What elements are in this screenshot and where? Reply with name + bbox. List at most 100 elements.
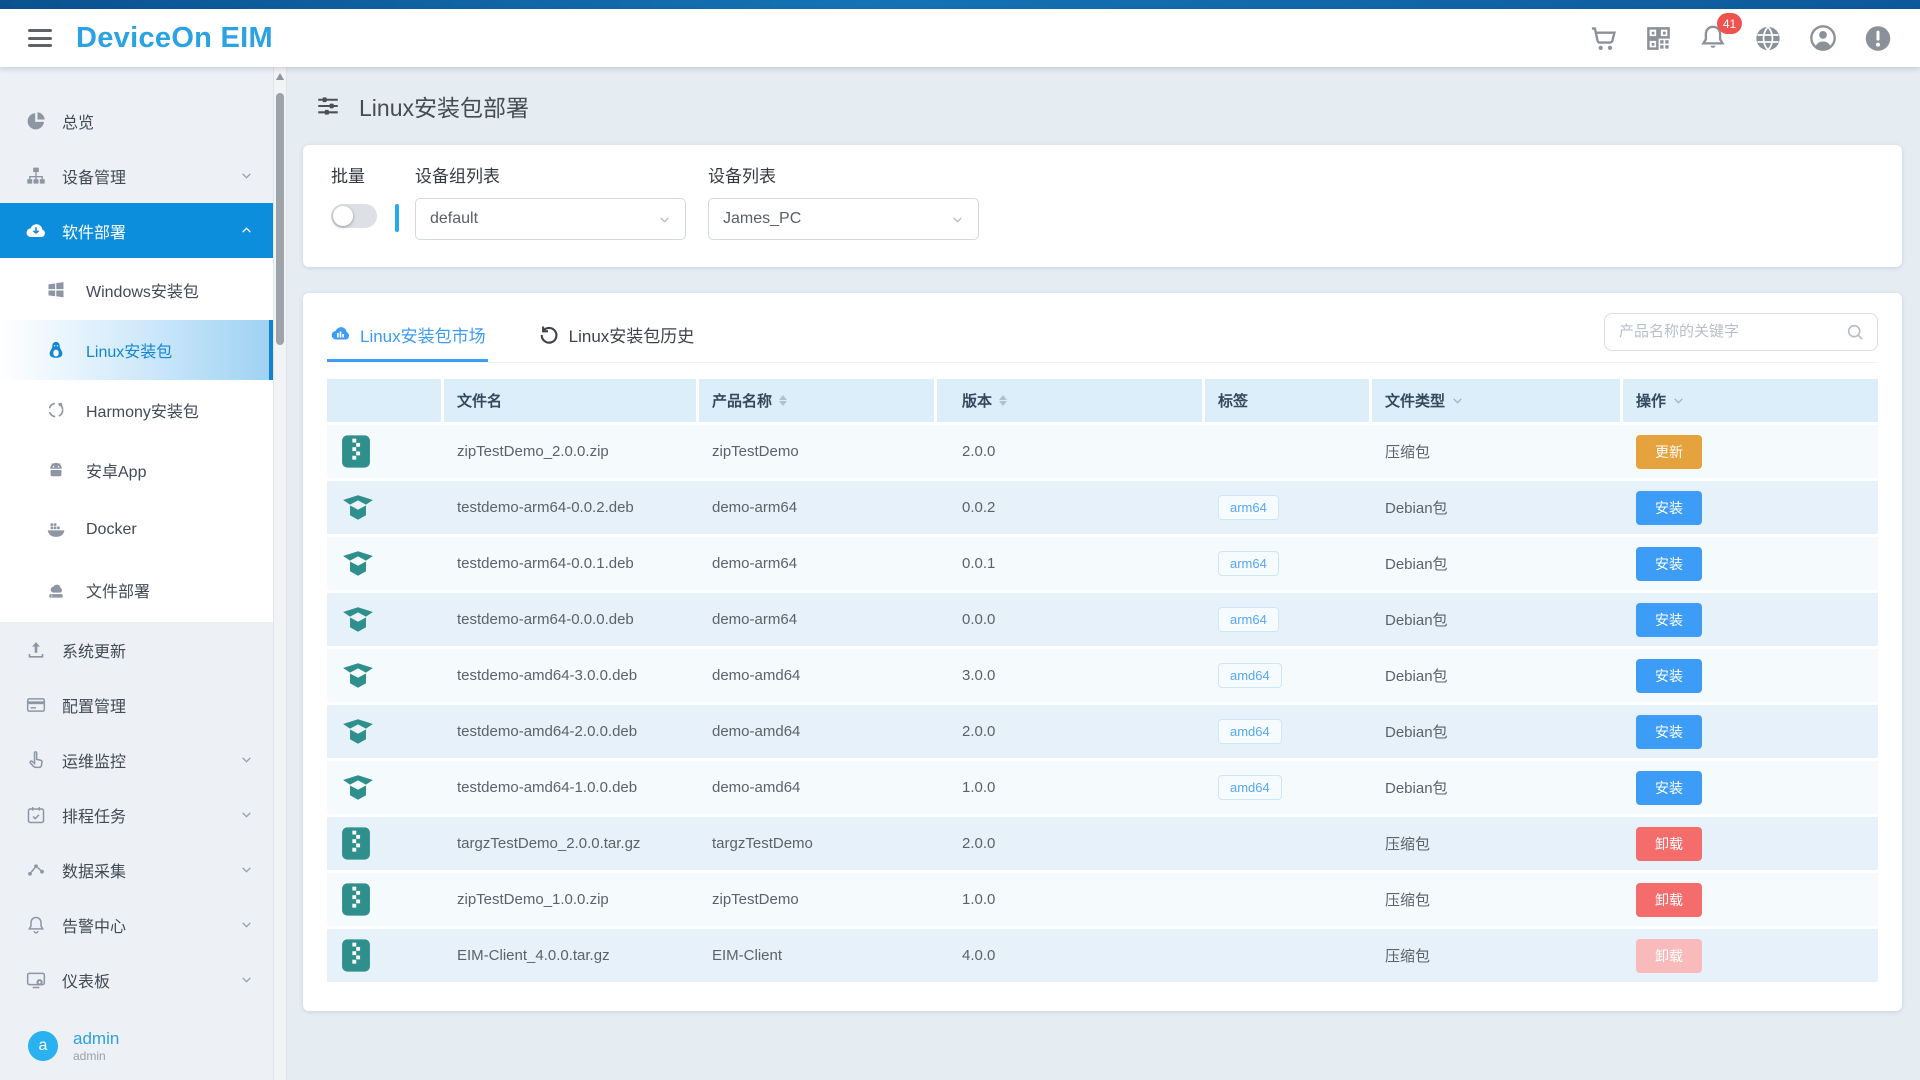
version-cell: 3.0.0: [937, 667, 1205, 684]
device-group-value: default: [430, 210, 478, 228]
sidebar-user-block[interactable]: a admin admin: [0, 1016, 273, 1080]
product-name-cell: demo-amd64: [699, 723, 937, 740]
column-header-file_type[interactable]: 文件类型: [1372, 379, 1623, 422]
filter-chevron-down-icon[interactable]: [1672, 394, 1685, 407]
sidebar-item-file-deployment[interactable]: 文件部署: [0, 560, 273, 620]
archive-package-icon: [327, 826, 444, 861]
column-header-product[interactable]: 产品名称: [699, 379, 937, 422]
sidebar-item-ops-monitor[interactable]: 运维监控: [0, 732, 273, 787]
action-cell: 安装: [1623, 715, 1878, 749]
install-button[interactable]: 安装: [1636, 659, 1702, 693]
cloud-market-icon: [329, 323, 351, 345]
language-globe-icon[interactable]: [1754, 24, 1782, 52]
sidebar-item-label: 设备管理: [62, 164, 126, 188]
batch-toggle[interactable]: [331, 204, 377, 228]
filter-chevron-down-icon[interactable]: [1451, 394, 1464, 407]
system-alert-icon[interactable]: [1864, 24, 1892, 52]
tag-cell: arm64: [1205, 551, 1372, 576]
notification-bell-icon[interactable]: 41: [1699, 24, 1727, 52]
sidebar-item-device-management[interactable]: 设备管理: [0, 148, 273, 203]
history-icon: [538, 323, 560, 345]
action-cell: 安装: [1623, 491, 1878, 525]
install-button[interactable]: 安装: [1636, 547, 1702, 581]
version-cell: 2.0.0: [937, 443, 1205, 460]
column-header-label: 产品名称: [712, 390, 772, 411]
cloud-download-icon: [26, 221, 46, 241]
page-scrollbar[interactable]: [273, 67, 287, 1080]
sidebar-item-system-update[interactable]: 系统更新: [0, 622, 273, 677]
qr-code-icon[interactable]: [1644, 24, 1672, 52]
sidebar-item-overview[interactable]: 总览: [0, 93, 273, 148]
sidebar-item-android-app[interactable]: 安卓App: [0, 440, 273, 500]
hamburger-menu-icon[interactable]: [28, 29, 52, 47]
docker-icon: [46, 520, 66, 540]
scrollbar-up-arrow-icon[interactable]: [276, 73, 284, 80]
install-button[interactable]: 安装: [1636, 715, 1702, 749]
sidebar-item-label: 软件部署: [62, 219, 126, 243]
product-name-cell: demo-amd64: [699, 667, 937, 684]
tab-linux-package-market[interactable]: Linux安装包市场: [327, 309, 488, 362]
sidebar-item-config-management[interactable]: 配置管理: [0, 677, 273, 732]
uninstall-button[interactable]: 卸载: [1636, 883, 1702, 917]
sidebar-submenu: Windows安装包Linux安装包Harmony安装包安卓App Docker 文…: [0, 258, 273, 622]
user-account-icon[interactable]: [1809, 24, 1837, 52]
scrollbar-thumb[interactable]: [276, 93, 284, 345]
sidebar-item-label: 文件部署: [86, 578, 150, 602]
sidebar-item-software-deployment[interactable]: 软件部署: [0, 203, 273, 258]
column-header-action[interactable]: 操作: [1623, 379, 1878, 422]
sidebar-item-alert-center[interactable]: 告警中心: [0, 897, 273, 952]
tag-cell: amd64: [1205, 775, 1372, 800]
product-name-cell: zipTestDemo: [699, 443, 937, 460]
tab-label: Linux安装包市场: [360, 322, 486, 347]
search-icon[interactable]: [1845, 322, 1865, 342]
version-cell: 0.0.0: [937, 611, 1205, 628]
sidebar-item-windows-package[interactable]: Windows安装包: [0, 260, 273, 320]
main-content: Linux安装包部署 批量 设备组列表 default 设备列表 James_P…: [287, 67, 1920, 1080]
sidebar-item-harmony-package[interactable]: Harmony安装包: [0, 380, 273, 440]
update-button[interactable]: 更新: [1636, 435, 1702, 469]
debian-package-icon: [327, 715, 444, 749]
chevron-down-icon: [240, 863, 253, 876]
sidebar-item-label: 安卓App: [86, 458, 146, 482]
debian-package-icon: [327, 547, 444, 581]
install-button[interactable]: 安装: [1636, 603, 1702, 637]
file-deploy-icon: [46, 580, 66, 600]
cart-icon[interactable]: [1589, 24, 1617, 52]
search-box[interactable]: [1604, 313, 1878, 351]
install-button[interactable]: 安装: [1636, 491, 1702, 525]
sidebar-item-linux-package[interactable]: Linux安装包: [0, 320, 273, 380]
device-group-select[interactable]: default: [415, 198, 686, 240]
table-body: zipTestDemo_2.0.0.zipzipTestDemo2.0.0压缩包…: [327, 425, 1878, 985]
action-cell: 卸载: [1623, 939, 1878, 973]
column-header-version[interactable]: 版本: [937, 379, 1205, 422]
search-input[interactable]: [1617, 322, 1845, 341]
column-header-label: 版本: [962, 390, 992, 411]
tab-linux-package-history[interactable]: Linux安装包历史: [536, 309, 697, 362]
arch-tag: amd64: [1218, 663, 1282, 688]
android-icon: [46, 460, 66, 480]
file-name-cell: testdemo-amd64-2.0.0.deb: [444, 723, 699, 740]
sidebar-item-data-collection[interactable]: 数据采集: [0, 842, 273, 897]
version-cell: 1.0.0: [937, 891, 1205, 908]
bell-outline-icon: [26, 915, 46, 935]
product-name-cell: demo-arm64: [699, 499, 937, 516]
install-button[interactable]: 安装: [1636, 771, 1702, 805]
sliders-icon: [315, 93, 341, 119]
deploy-target-panel: 批量 设备组列表 default 设备列表 James_PC: [303, 145, 1902, 267]
sidebar-item-docker[interactable]: Docker: [0, 500, 273, 560]
uninstall-button[interactable]: 卸载: [1636, 827, 1702, 861]
version-cell: 0.0.1: [937, 555, 1205, 572]
sidebar-item-label: Docker: [86, 521, 137, 539]
sidebar-item-dashboard[interactable]: 仪表板: [0, 952, 273, 1007]
chevron-down-icon: [240, 808, 253, 821]
arch-tag: arm64: [1218, 495, 1279, 520]
device-list-select[interactable]: James_PC: [708, 198, 979, 240]
sort-arrows-icon[interactable]: [779, 395, 787, 406]
sidebar-item-schedule-tasks[interactable]: 排程任务: [0, 787, 273, 842]
column-header-label: 标签: [1218, 390, 1248, 411]
linux-icon: [46, 340, 66, 360]
sort-arrows-icon[interactable]: [999, 395, 1007, 406]
product-name-cell: EIM-Client: [699, 947, 937, 964]
sidebar-item-label: 运维监控: [62, 748, 126, 772]
table-row: testdemo-arm64-0.0.2.debdemo-arm640.0.2a…: [327, 481, 1878, 537]
